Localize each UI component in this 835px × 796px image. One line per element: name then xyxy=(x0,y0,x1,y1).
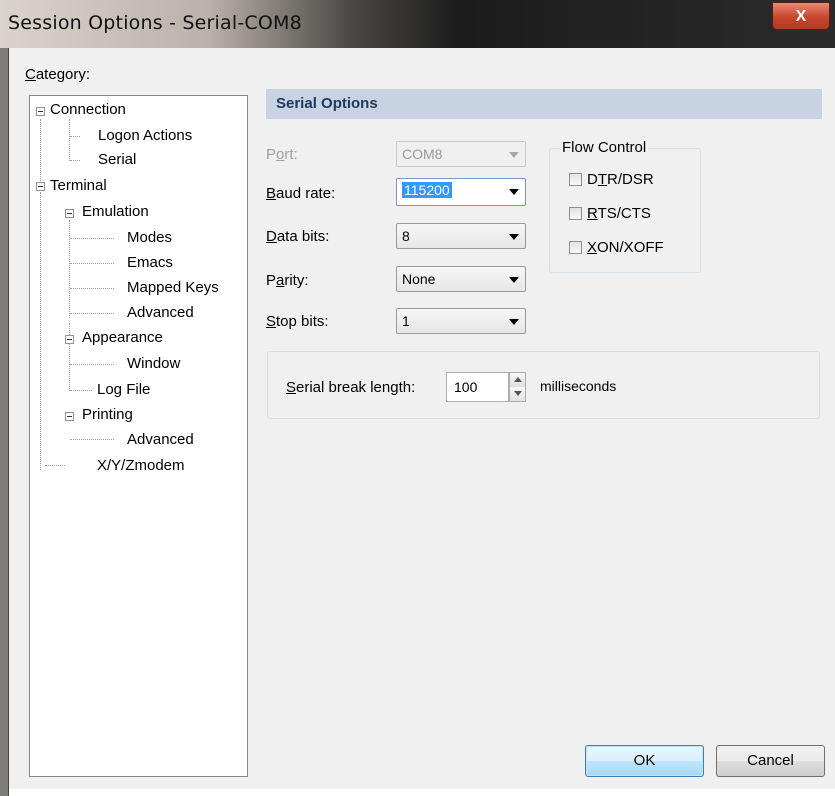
chevron-down-icon[interactable] xyxy=(509,189,519,195)
tree-item-emulation-advanced[interactable]: Advanced xyxy=(127,304,194,321)
data-bits-label: Data bits: xyxy=(266,228,330,245)
tree-item-emacs[interactable]: Emacs xyxy=(127,254,173,271)
xon-xoff-label[interactable]: XON/XOFF xyxy=(587,239,664,256)
tree-item-terminal[interactable]: Terminal xyxy=(50,177,107,194)
spin-up-icon[interactable] xyxy=(510,373,525,388)
tree-item-logon-actions[interactable]: Logon Actions xyxy=(98,127,192,144)
tree-item-serial[interactable]: Serial xyxy=(98,151,136,168)
parity-label: Parity: xyxy=(266,272,309,289)
data-bits-select[interactable]: 8 xyxy=(396,223,526,249)
baud-rate-combobox[interactable]: 115200 xyxy=(396,178,526,206)
chevron-down-icon xyxy=(509,152,519,158)
expander-appearance[interactable] xyxy=(65,335,74,344)
chevron-down-icon[interactable] xyxy=(509,234,519,240)
xon-xoff-checkbox[interactable] xyxy=(569,241,582,254)
category-tree[interactable]: Connection Logon Actions Serial Terminal… xyxy=(29,95,248,777)
tree-item-connection[interactable]: Connection xyxy=(50,101,126,118)
tree-item-window[interactable]: Window xyxy=(127,355,180,372)
tree-item-log-file[interactable]: Log File xyxy=(97,381,150,398)
serial-options-header: Serial Options xyxy=(266,89,822,119)
tree-item-appearance[interactable]: Appearance xyxy=(82,329,163,346)
dtr-dsr-label[interactable]: DTR/DSR xyxy=(587,171,654,188)
port-label: Port: xyxy=(266,146,298,163)
cancel-button[interactable]: Cancel xyxy=(716,745,825,777)
tree-item-printing-advanced[interactable]: Advanced xyxy=(127,431,194,448)
window-bottom-edge xyxy=(9,789,835,796)
expander-emulation[interactable] xyxy=(65,209,74,218)
baud-rate-label: Baud rate: xyxy=(266,185,336,202)
port-select: COM8 xyxy=(396,141,526,167)
category-label: Category: xyxy=(25,66,91,83)
stop-bits-label: Stop bits: xyxy=(266,313,329,330)
dtr-dsr-checkbox[interactable] xyxy=(569,173,582,186)
rts-cts-label[interactable]: RTS/CTS xyxy=(587,205,651,222)
serial-break-label: Serial break length: xyxy=(286,379,416,396)
ok-button[interactable]: OK xyxy=(585,745,704,777)
window-title: Session Options - Serial-COM8 xyxy=(8,12,302,34)
chevron-down-icon[interactable] xyxy=(509,277,519,283)
title-bar: Session Options - Serial-COM8 X xyxy=(0,0,835,48)
tree-item-modes[interactable]: Modes xyxy=(127,229,172,246)
flow-control-title: Flow Control xyxy=(560,139,649,156)
spin-down-icon[interactable] xyxy=(510,387,525,401)
rts-cts-checkbox[interactable] xyxy=(569,207,582,220)
baud-rate-value[interactable]: 115200 xyxy=(402,182,452,198)
tree-item-emulation[interactable]: Emulation xyxy=(82,203,149,220)
tree-item-xyzmodem[interactable]: X/Y/Zmodem xyxy=(97,457,185,474)
expander-terminal[interactable] xyxy=(36,182,45,191)
chevron-down-icon[interactable] xyxy=(509,319,519,325)
serial-break-unit: milliseconds xyxy=(540,378,617,394)
expander-connection[interactable] xyxy=(36,107,45,116)
stop-bits-select[interactable]: 1 xyxy=(396,308,526,334)
serial-options-title: Serial Options xyxy=(276,95,378,112)
window-frame-left xyxy=(0,48,9,796)
expander-printing[interactable] xyxy=(65,412,74,421)
tree-item-mapped-keys[interactable]: Mapped Keys xyxy=(127,279,219,296)
close-button[interactable]: X xyxy=(772,2,830,30)
parity-select[interactable]: None xyxy=(396,266,526,292)
serial-break-spinner[interactable] xyxy=(509,372,526,402)
tree-item-printing[interactable]: Printing xyxy=(82,406,133,423)
serial-break-input[interactable]: 100 xyxy=(446,372,509,402)
